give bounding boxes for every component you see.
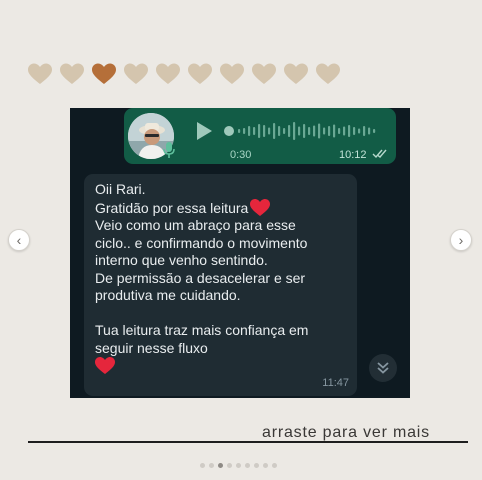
- waveform-bar: [248, 126, 251, 136]
- waveform-bar: [298, 126, 301, 136]
- heart-icon: [252, 63, 276, 84]
- waveform-bar: [313, 125, 316, 137]
- message-line: Veio como um abraço para esse: [95, 217, 296, 233]
- waveform-bar: [308, 127, 311, 135]
- message-timestamp: 11:47: [322, 376, 349, 389]
- waveform-bar: [338, 128, 341, 134]
- carousel-prev-button[interactable]: ‹: [8, 229, 30, 251]
- chevron-right-icon: ›: [458, 232, 464, 248]
- carousel-dot[interactable]: [263, 463, 268, 468]
- carousel-dot[interactable]: [200, 463, 205, 468]
- waveform-bar: [238, 129, 241, 133]
- waveform-bar: [263, 125, 266, 137]
- waveform-bar: [273, 123, 276, 139]
- message-line-heart: [95, 357, 347, 376]
- carousel-next-button[interactable]: ›: [450, 229, 472, 251]
- carousel-dot[interactable]: [227, 463, 232, 468]
- audio-message-bubble: 0:30 10:12: [124, 108, 396, 164]
- double-chevron-down-icon: [377, 362, 389, 374]
- heart-icon: [188, 63, 212, 84]
- hearts-row: [28, 62, 340, 86]
- waveform-scrubber[interactable]: [224, 126, 234, 136]
- waveform-bar: [283, 128, 286, 134]
- heart-icon: [316, 63, 340, 84]
- carousel-indicator: [200, 463, 277, 468]
- message-line: Oii Rari.: [95, 181, 146, 197]
- carousel-dot[interactable]: [272, 463, 277, 468]
- waveform-bar: [293, 122, 296, 140]
- waveform-bar: [363, 126, 366, 136]
- heart-icon: [60, 63, 84, 84]
- heart-icon: [284, 63, 308, 84]
- message-line: Tua leitura traz mais confiança em: [95, 322, 309, 338]
- message-line: produtiva me cuidando.: [95, 287, 241, 303]
- message-line: Gratidão por essa leitura: [95, 199, 249, 216]
- audio-waveform[interactable]: [224, 119, 384, 143]
- scroll-down-button[interactable]: [369, 354, 397, 382]
- heart-icon: [92, 63, 116, 84]
- waveform-bar: [303, 124, 306, 138]
- waveform-bar: [328, 126, 331, 136]
- waveform-bar: [258, 124, 261, 138]
- waveform-bar: [318, 123, 321, 139]
- chevron-left-icon: ‹: [16, 232, 22, 248]
- double-check-icon: [372, 149, 387, 159]
- carousel-dot[interactable]: [254, 463, 259, 468]
- heart-icon: [124, 63, 148, 84]
- waveform-bar: [348, 125, 351, 137]
- divider-line: [28, 441, 468, 443]
- carousel-dot[interactable]: [209, 463, 214, 468]
- message-line: ciclo.. e confirmando o movimento: [95, 234, 308, 251]
- heart-icon: [220, 63, 244, 84]
- waveform-bar: [333, 124, 336, 138]
- carousel-dot[interactable]: [236, 463, 241, 468]
- audio-timestamp: 10:12: [339, 149, 367, 161]
- message-line: seguir nesse fluxo: [95, 339, 208, 356]
- waveform-bar: [353, 127, 356, 135]
- message-line: De permissão a desacelerar e ser: [95, 269, 306, 286]
- heart-icon: [28, 63, 52, 84]
- carousel-dot[interactable]: [245, 463, 250, 468]
- red-heart-icon: [250, 198, 271, 216]
- waveform-bar: [288, 125, 291, 137]
- chat-screenshot: 0:30 10:12 Oii Rari. Gratidão por essa l…: [70, 108, 410, 398]
- red-heart-icon: [95, 357, 115, 374]
- carousel-dot[interactable]: [218, 463, 223, 468]
- audio-duration: 0:30: [230, 149, 252, 161]
- text-message-bubble: Oii Rari. Gratidão por essa leitura Veio…: [84, 174, 357, 396]
- message-line: [95, 305, 347, 323]
- mic-icon: [163, 142, 175, 158]
- waveform-bar: [323, 127, 326, 135]
- waveform-bar: [243, 128, 246, 134]
- waveform-bar: [253, 127, 256, 135]
- waveform-bar: [343, 126, 346, 136]
- message-line: interno que venho sentindo.: [95, 252, 268, 268]
- message-line-with-heart: Gratidão por essa leitura: [95, 198, 347, 218]
- waveform-bar: [278, 126, 281, 136]
- waveform-bar: [368, 127, 371, 135]
- play-icon[interactable]: [194, 120, 214, 142]
- heart-icon: [156, 63, 180, 84]
- waveform-bar: [358, 128, 361, 134]
- waveform-bar: [268, 127, 271, 135]
- waveform-bar: [373, 129, 376, 133]
- swipe-hint-text: arraste para ver mais: [262, 424, 430, 441]
